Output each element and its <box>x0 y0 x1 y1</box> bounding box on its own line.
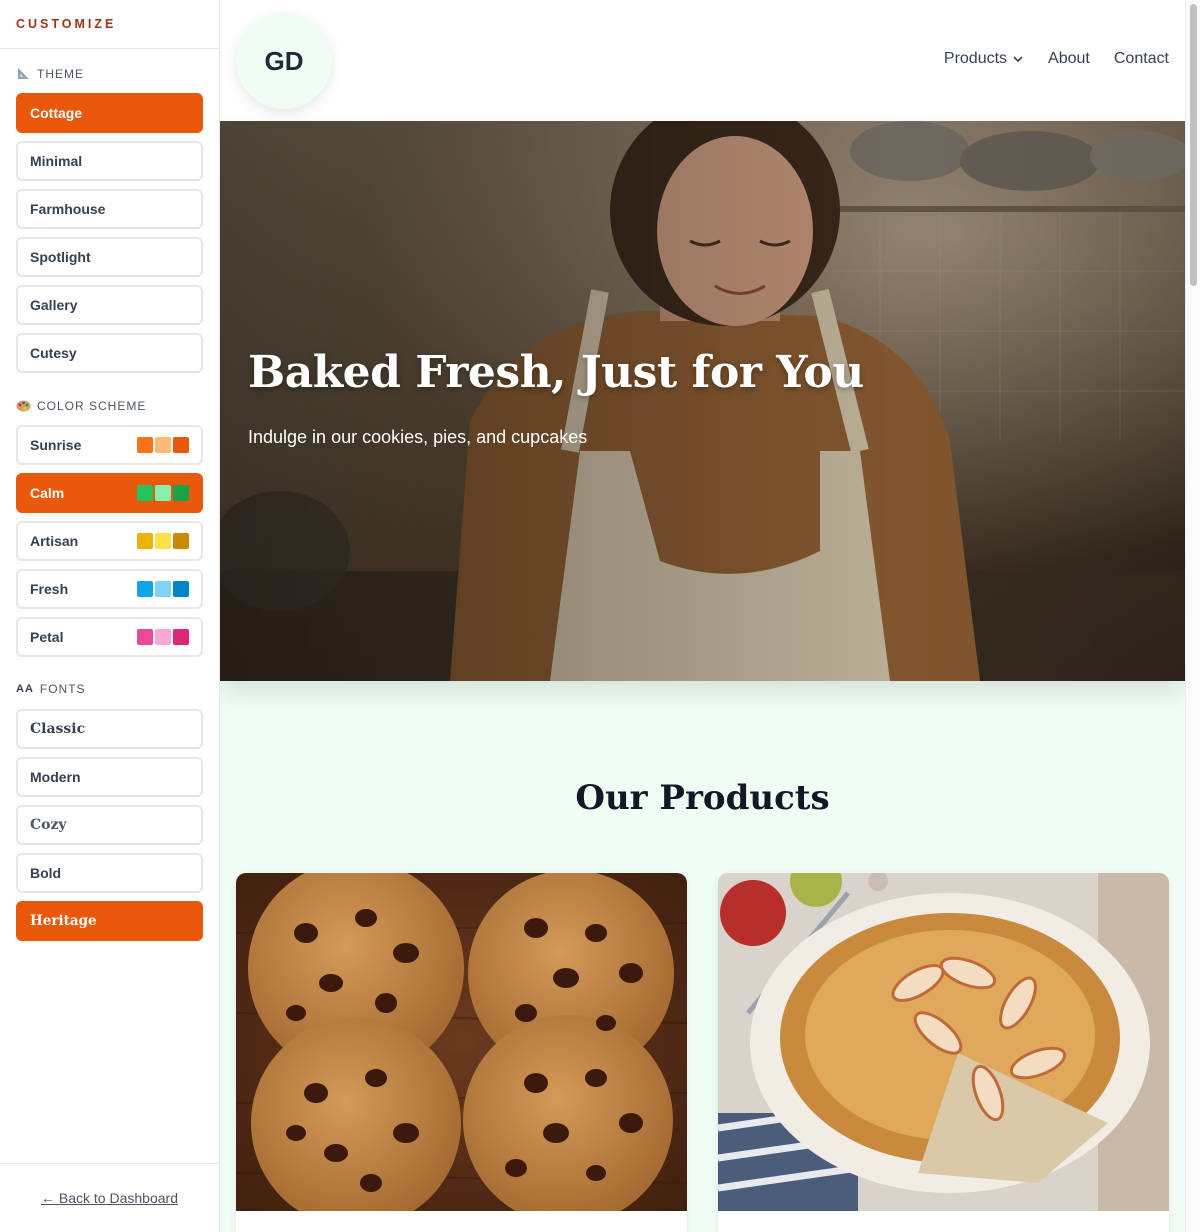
swatch <box>137 629 153 645</box>
swatch <box>155 437 171 453</box>
swatch <box>155 581 171 597</box>
hero-subtitle: Indulge in our cookies, pies, and cupcak… <box>248 427 588 447</box>
theme-option-label: Gallery <box>30 297 78 313</box>
color-swatches <box>137 485 189 501</box>
theme-option-label: Minimal <box>30 153 83 169</box>
theme-option-minimal[interactable]: Minimal <box>16 141 203 181</box>
font-option-bold[interactable]: Bold <box>16 853 203 893</box>
swatch <box>173 533 189 549</box>
page-scrollbar[interactable] <box>1185 0 1200 1232</box>
nav-products-label: Products <box>943 50 1008 67</box>
site-navbar: GD Products About Contact <box>220 0 1185 121</box>
color-option-label: Sunrise <box>30 437 82 453</box>
color-swatches <box>137 629 189 645</box>
font-option-label: Heritage <box>30 913 97 929</box>
font-option-label: Bold <box>30 865 62 881</box>
scrollbar-thumb[interactable] <box>1190 4 1197 286</box>
font-size-icon: AA <box>16 683 34 695</box>
theme-option-cottage[interactable]: Cottage <box>16 93 203 133</box>
ruler-icon <box>16 66 31 81</box>
hero-section: Baked Fresh, Just for You Indulge in our… <box>220 121 1185 681</box>
fonts-section-label: AA FONTS <box>16 682 86 696</box>
swatch <box>155 533 171 549</box>
product-card-apple-pie[interactable] <box>718 873 1169 1232</box>
fonts-label: FONTS <box>39 682 86 696</box>
theme-option-cutesy[interactable]: Cutesy <box>16 333 203 373</box>
color-option-sunrise[interactable]: Sunrise <box>16 425 203 465</box>
color-swatches <box>137 437 189 453</box>
site-preview: GD Products About Contact Baked Fresh, J… <box>220 0 1185 1232</box>
font-option-label: Cozy <box>30 817 67 833</box>
font-option-heritage[interactable]: Heritage <box>16 901 203 941</box>
products-section-title: Our Products <box>575 778 830 818</box>
color-option-calm[interactable]: Calm <box>16 473 203 513</box>
nav-contact-link[interactable]: Contact <box>1114 50 1169 68</box>
color-option-label: Artisan <box>30 533 79 549</box>
color-option-artisan[interactable]: Artisan <box>16 521 203 561</box>
font-option-modern[interactable]: Modern <box>16 757 203 797</box>
swatch <box>173 629 189 645</box>
nav-products-link[interactable]: Products <box>944 50 1024 68</box>
swatch <box>137 533 153 549</box>
swatch <box>137 581 153 597</box>
swatch <box>173 485 189 501</box>
theme-option-gallery[interactable]: Gallery <box>16 285 203 325</box>
customize-sidebar: CUSTOMIZE THEME Cottage Minimal Farmhous… <box>0 0 220 1232</box>
back-to-dashboard-link[interactable]: ← Back to Dashboard <box>41 1190 178 1206</box>
color-option-label: Fresh <box>30 581 69 597</box>
swatch <box>155 629 171 645</box>
theme-option-label: Cottage <box>30 105 83 121</box>
swatch <box>155 485 171 501</box>
product-card-cookies[interactable] <box>236 873 687 1232</box>
sidebar-title: CUSTOMIZE <box>16 17 117 31</box>
color-scheme-section-label: COLOR SCHEME <box>16 398 146 413</box>
palette-icon <box>16 398 31 413</box>
theme-section-label: THEME <box>16 66 84 81</box>
chevron-down-icon <box>1013 56 1023 63</box>
theme-option-label: Farmhouse <box>30 201 106 217</box>
theme-label: THEME <box>37 66 84 81</box>
site-logo[interactable]: GD <box>236 13 332 109</box>
sidebar-footer: ← Back to Dashboard <box>0 1163 219 1232</box>
sidebar-header: CUSTOMIZE <box>0 0 219 49</box>
color-scheme-label: COLOR SCHEME <box>37 398 147 413</box>
swatch <box>137 437 153 453</box>
font-option-classic[interactable]: Classic <box>16 709 203 749</box>
color-option-fresh[interactable]: Fresh <box>16 569 203 609</box>
color-option-label: Calm <box>30 485 65 501</box>
font-option-cozy[interactable]: Cozy <box>16 805 203 845</box>
theme-option-label: Cutesy <box>30 345 77 361</box>
hero-title: Baked Fresh, Just for You <box>248 347 864 398</box>
site-nav-links: Products About Contact <box>944 50 1169 68</box>
color-option-petal[interactable]: Petal <box>16 617 203 657</box>
font-option-label: Classic <box>30 721 86 737</box>
theme-option-spotlight[interactable]: Spotlight <box>16 237 203 277</box>
nav-about-link[interactable]: About <box>1048 50 1090 68</box>
apple-pie-image <box>718 873 1169 1211</box>
swatch <box>173 581 189 597</box>
swatch <box>173 437 189 453</box>
color-swatches <box>137 581 189 597</box>
color-option-label: Petal <box>30 629 64 645</box>
swatch <box>137 485 153 501</box>
theme-option-farmhouse[interactable]: Farmhouse <box>16 189 203 229</box>
cookies-image <box>236 873 687 1211</box>
color-swatches <box>137 533 189 549</box>
hero-image <box>220 121 1185 681</box>
font-option-label: Modern <box>30 769 81 785</box>
theme-option-label: Spotlight <box>30 249 91 265</box>
